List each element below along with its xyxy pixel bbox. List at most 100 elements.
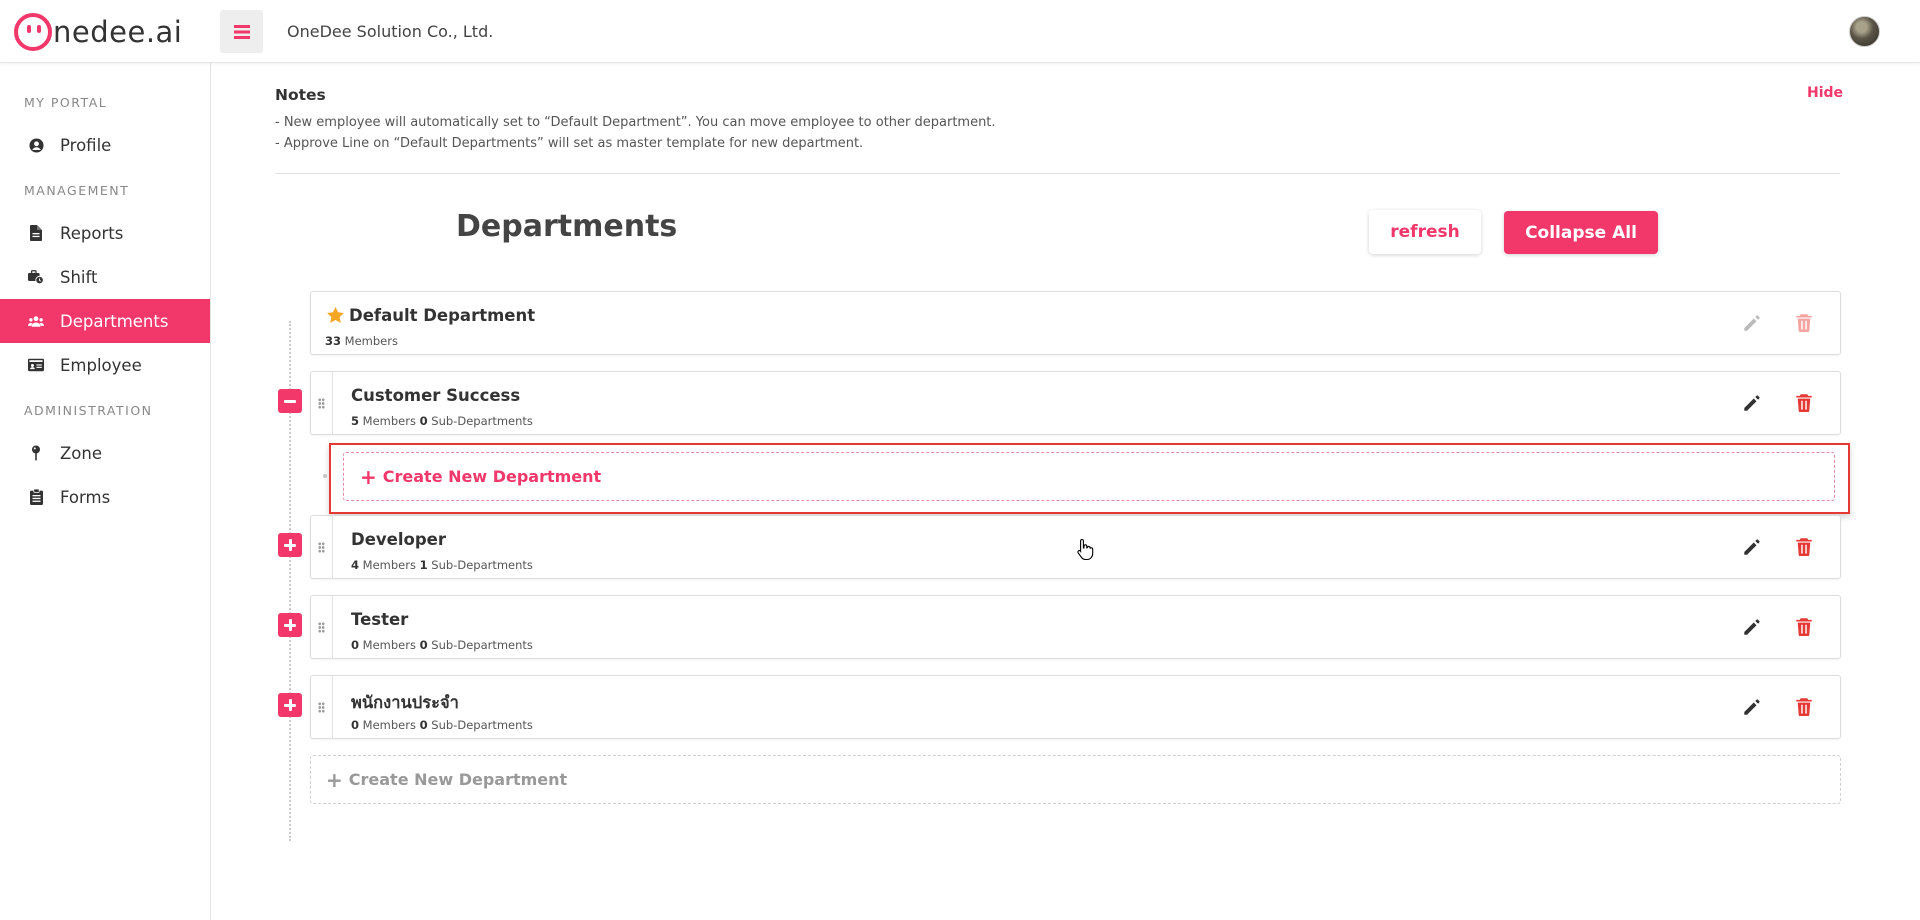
plus-icon-vertical: [288, 539, 292, 551]
department-name: Developer: [351, 530, 446, 549]
sub-department-count: 0: [419, 638, 428, 652]
users-icon: [28, 313, 44, 329]
department-name: พนักงานประจำ: [351, 693, 459, 712]
sidebar-item-reports[interactable]: Reports: [0, 211, 210, 255]
page-title: Departments: [456, 209, 678, 244]
members-label: Members: [362, 414, 416, 428]
trash-icon[interactable]: [1793, 696, 1815, 718]
drag-handle[interactable]: [311, 372, 333, 434]
department-meta: 0 Members 0 Sub-Departments: [351, 638, 533, 652]
hand-pointer-cursor-icon: [1077, 538, 1094, 560]
user-circle-icon: [28, 137, 44, 153]
collapse-all-button[interactable]: Collapse All: [1504, 211, 1658, 254]
hamburger-icon: [233, 24, 250, 39]
trash-icon[interactable]: [1793, 536, 1815, 558]
section-administration: ADMINISTRATION: [24, 403, 153, 418]
edit-pencil-icon-disabled: [1744, 315, 1760, 331]
sidebar-item-forms[interactable]: Forms: [0, 475, 210, 519]
sidebar-item-employee[interactable]: Employee: [0, 343, 210, 387]
sub-department-count: 0: [419, 414, 428, 428]
create-department-button[interactable]: + Create New Department: [310, 755, 1841, 804]
sub-department-count: 0: [419, 718, 428, 732]
drag-dots-icon: [318, 701, 325, 713]
members-label: Members: [344, 334, 398, 348]
department-meta: 33 Members: [325, 334, 398, 348]
document-icon: [28, 225, 44, 241]
expand-toggle-button[interactable]: [278, 693, 302, 717]
members-label: Members: [362, 638, 416, 652]
trash-icon[interactable]: [1793, 616, 1815, 638]
department-meta: 5 Members 0 Sub-Departments: [351, 414, 533, 428]
department-row-permanent-staff: พนักงานประจำ 0 Members 0 Sub-Departments: [310, 675, 1841, 739]
minus-icon: [284, 399, 296, 403]
department-row-tester: Tester 0 Members 0 Sub-Departments: [310, 595, 1841, 659]
sidebar-item-label: Zone: [60, 443, 103, 463]
clipboard-icon: [28, 489, 44, 505]
sidebar-item-profile[interactable]: Profile: [0, 123, 210, 167]
sidebar-item-label: Departments: [60, 311, 169, 331]
members-label: Members: [362, 718, 416, 732]
trash-icon-disabled: [1796, 314, 1812, 333]
members-label: Members: [362, 558, 416, 572]
sub-departments-label: Sub-Departments: [431, 558, 533, 572]
onedee-logo[interactable]: nedee.ai: [14, 13, 182, 51]
plus-icon: +: [326, 767, 343, 792]
sidebar-item-departments[interactable]: Departments: [0, 299, 210, 343]
star-icon: [327, 306, 344, 323]
hide-notes-link[interactable]: Hide: [1807, 85, 1843, 101]
department-meta: 0 Members 0 Sub-Departments: [351, 718, 533, 732]
divider: [275, 173, 1840, 174]
sidebar-item-label: Profile: [60, 135, 112, 155]
sidebar-item-label: Shift: [60, 267, 98, 287]
drag-handle[interactable]: [311, 596, 333, 658]
drag-handle[interactable]: [311, 516, 333, 578]
section-my-portal: MY PORTAL: [24, 95, 108, 110]
company-name: OneDee Solution Co., Ltd.: [287, 22, 494, 41]
logo-text: nedee.ai: [53, 15, 183, 49]
sub-departments-label: Sub-Departments: [431, 414, 533, 428]
drag-dots-icon: [318, 621, 325, 633]
department-name: Customer Success: [351, 386, 521, 405]
department-meta: 4 Members 1 Sub-Departments: [351, 558, 533, 572]
sidebar: MY PORTAL Profile MANAGEMENT Reports Shi…: [0, 63, 211, 920]
note-line: - New employee will automatically set to…: [275, 115, 996, 130]
tree-dot: [323, 474, 327, 478]
menu-toggle-button[interactable]: [220, 10, 263, 53]
sidebar-item-zone[interactable]: Zone: [0, 431, 210, 475]
drag-dots-icon: [318, 541, 325, 553]
trash-icon[interactable]: [1793, 392, 1815, 414]
create-sub-department-button[interactable]: + Create New Department: [343, 452, 1835, 501]
department-row-default: Default Department 33 Members: [310, 291, 1841, 355]
create-label: Create New Department: [348, 770, 568, 789]
plus-icon: +: [360, 464, 377, 489]
user-avatar[interactable]: [1849, 16, 1880, 47]
member-count: 33: [325, 334, 342, 348]
drag-dots-icon: [318, 397, 325, 409]
top-bar: nedee.ai OneDee Solution Co., Ltd.: [0, 0, 1920, 63]
sub-department-count: 1: [419, 558, 428, 572]
edit-pencil-icon[interactable]: [1741, 616, 1763, 638]
sidebar-item-label: Employee: [60, 355, 142, 375]
plus-icon-vertical: [288, 699, 292, 711]
refresh-button[interactable]: refresh: [1369, 210, 1481, 254]
collapse-toggle-button[interactable]: [278, 389, 302, 413]
sidebar-item-label: Forms: [60, 487, 111, 507]
department-name: Tester: [351, 610, 409, 629]
edit-pencil-icon[interactable]: [1741, 696, 1763, 718]
expand-toggle-button[interactable]: [278, 533, 302, 557]
section-management: MANAGEMENT: [24, 183, 130, 198]
member-count: 5: [351, 414, 360, 428]
member-count: 0: [351, 638, 360, 652]
drag-handle[interactable]: [311, 676, 333, 738]
expand-toggle-button[interactable]: [278, 613, 302, 637]
notes-title: Notes: [275, 86, 326, 104]
sidebar-item-label: Reports: [60, 223, 124, 243]
logo-face-icon: [14, 13, 52, 51]
member-count: 0: [351, 718, 360, 732]
edit-pencil-icon[interactable]: [1741, 536, 1763, 558]
create-label: Create New Department: [382, 467, 602, 486]
sidebar-item-shift[interactable]: Shift: [0, 255, 210, 299]
id-card-icon: [28, 357, 44, 373]
member-count: 4: [351, 558, 360, 572]
edit-pencil-icon[interactable]: [1741, 392, 1763, 414]
